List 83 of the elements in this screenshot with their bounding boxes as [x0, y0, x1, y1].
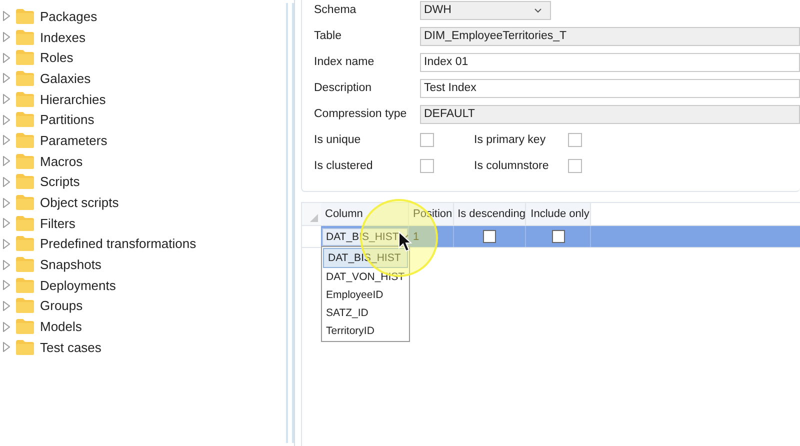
expand-arrow-icon[interactable]	[3, 300, 10, 311]
column-header[interactable]: Is descending	[454, 203, 526, 225]
tree-item[interactable]: Parameters	[40, 132, 108, 148]
tree-item[interactable]: Macros	[40, 154, 83, 169]
expand-arrow-icon[interactable]	[3, 94, 10, 104]
expand-arrow-icon[interactable]	[3, 342, 10, 352]
checkbox[interactable]	[552, 230, 564, 243]
folder-icon	[16, 112, 34, 128]
checkbox[interactable]	[568, 159, 582, 173]
folder-icon	[16, 236, 34, 252]
checkbox-label: Is primary key	[474, 134, 547, 146]
tree-item[interactable]: Hierarchies	[40, 92, 106, 107]
expand-arrow-icon[interactable]	[3, 52, 10, 63]
folder-icon	[16, 50, 34, 66]
checkbox[interactable]	[420, 133, 434, 147]
corner-triangle-icon	[310, 214, 318, 222]
checkbox-label: Is columnstore	[474, 160, 550, 172]
expand-arrow-icon[interactable]	[3, 198, 10, 208]
folder-icon	[16, 8, 34, 24]
tree-item[interactable]: Groups	[40, 298, 83, 314]
folder-icon	[16, 154, 34, 169]
input-field[interactable]: Index 01	[420, 52, 800, 72]
tree-item[interactable]: Galaxies	[40, 70, 91, 86]
field-label: Index name	[314, 56, 376, 68]
field-label: Schema	[314, 4, 358, 16]
checkbox[interactable]	[568, 133, 582, 147]
tree-item[interactable]: Snapshots	[40, 257, 102, 272]
expand-arrow-icon[interactable]	[3, 11, 10, 22]
tree-item[interactable]: Roles	[40, 50, 74, 66]
column-combo[interactable]: DAT_BIS_HIST	[322, 228, 408, 246]
folder-icon	[16, 195, 34, 210]
field-label: Description	[314, 82, 373, 94]
expand-arrow-icon[interactable]	[3, 176, 10, 187]
folder-icon	[16, 174, 34, 190]
readonly-field[interactable]: DIM_EmployeeTerritories_T	[420, 26, 800, 46]
expand-arrow-icon[interactable]	[3, 114, 10, 125]
table-cell: 1	[413, 230, 420, 242]
checkbox[interactable]	[483, 230, 496, 243]
expand-arrow-icon[interactable]	[3, 218, 10, 228]
schema-dropdown[interactable]: DWH	[420, 0, 551, 20]
checkbox-label: Is clustered	[314, 160, 374, 172]
folder-icon	[16, 319, 34, 334]
expand-arrow-icon[interactable]	[3, 322, 10, 332]
readonly-field[interactable]: DEFAULT	[420, 104, 800, 124]
folder-icon	[16, 30, 34, 45]
expand-arrow-icon[interactable]	[3, 135, 10, 146]
field-label: Table	[314, 30, 342, 42]
checkbox[interactable]	[420, 159, 434, 173]
tree-item[interactable]: Deployments	[40, 278, 116, 293]
dropdown-option[interactable]: TerritoryID	[322, 322, 409, 340]
tree-item[interactable]: Object scripts	[40, 195, 119, 210]
checkbox-label: Is unique	[314, 134, 362, 146]
dropdown-option[interactable]: SATZ_ID	[322, 304, 409, 322]
folder-icon	[16, 216, 34, 231]
folder-icon	[16, 278, 34, 293]
expand-arrow-icon[interactable]	[3, 260, 10, 270]
tree-item[interactable]: Indexes	[40, 30, 86, 45]
expand-arrow-icon[interactable]	[3, 32, 10, 42]
folder-icon	[16, 132, 34, 148]
expand-arrow-icon[interactable]	[3, 156, 10, 166]
expand-arrow-icon[interactable]	[3, 238, 10, 249]
tree-item[interactable]: Predefined transformations	[40, 236, 196, 252]
tree-item[interactable]: Filters	[40, 216, 76, 231]
folder-icon	[16, 92, 34, 107]
folder-icon	[16, 70, 34, 86]
expand-arrow-icon[interactable]	[3, 73, 10, 84]
folder-icon	[16, 257, 34, 272]
tree-item[interactable]: Models	[40, 319, 82, 334]
tree-item[interactable]: Test cases	[40, 340, 102, 355]
tree-item[interactable]: Packages	[40, 8, 98, 24]
input-field[interactable]: Test Index	[420, 78, 800, 98]
field-label: Compression type	[314, 108, 408, 120]
chevron-icon	[534, 8, 542, 12]
expand-arrow-icon[interactable]	[3, 280, 10, 290]
column-header[interactable]: Column	[321, 203, 409, 225]
dropdown-option[interactable]: DAT_VON_HIST	[322, 268, 409, 286]
tree-item[interactable]: Partitions	[40, 112, 94, 128]
grid-row[interactable]: DAT_BIS_HIST 1	[302, 226, 800, 248]
tree-item[interactable]: Scripts	[40, 174, 80, 190]
dropdown-option[interactable]: EmployeeID	[322, 286, 409, 304]
column-header[interactable]: Include only	[526, 203, 591, 225]
folder-icon	[16, 298, 34, 314]
folder-icon	[16, 340, 34, 355]
